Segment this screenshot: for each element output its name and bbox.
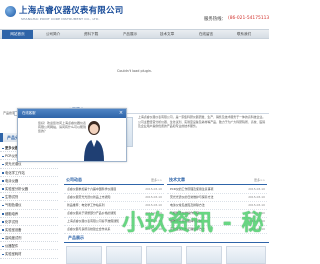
news-date: 2015-03-10	[145, 195, 162, 199]
watermark-text: 小玖资讯 - 秘	[122, 211, 265, 236]
article-date: 2015-03-10	[248, 187, 265, 191]
banner-plugin-area: Couldn't load plugin.	[0, 39, 269, 99]
main-nav: 网站首页 公司简介 资料下载 产品展示 技术文章 在线留言 联系我们	[0, 29, 269, 39]
article-title[interactable]: 荧光光谱仪的日常维护与保养方法	[170, 194, 236, 202]
nav-item-message[interactable]: 在线留言	[191, 30, 221, 39]
category-item[interactable]: 电泳仪器	[0, 177, 58, 185]
news-title[interactable]: 点睿仪器参加第十六届中国科学仪器展	[67, 186, 133, 194]
live-chat-popup[interactable]: 在线客服 × 您好！欢迎您访问上海点睿仪器仪表有限公司网站，请问有什么可以帮到您…	[17, 108, 127, 162]
hotline-number: (86-021-54175113	[228, 16, 270, 21]
tech-articles-more-link[interactable]: 更多>>	[254, 178, 265, 182]
hotline-label: 服务热线：	[204, 17, 226, 22]
article-title[interactable]: PCR仪的工作原理及使用注意事项	[170, 186, 236, 194]
news-date: 2015-03-10	[145, 187, 162, 191]
chat-message: 您好！欢迎您访问上海点睿仪器仪表有限公司网站，请问有什么可以帮到您的？	[38, 121, 87, 133]
nav-item-products[interactable]: 产品展示	[115, 30, 145, 39]
tech-articles-header: 技术文章 更多>>	[167, 176, 267, 185]
nav-item-contact[interactable]: 联系我们	[229, 30, 259, 39]
news-title[interactable]: 点睿仪器荧光光谱仪新品上市通知	[67, 194, 133, 202]
category-item[interactable]: 化学试剂	[0, 218, 58, 226]
nav-item-articles[interactable]: 技术文章	[152, 30, 182, 39]
category-item[interactable]: 实验室耗材	[0, 250, 58, 259]
category-item[interactable]: 生物试剂	[0, 193, 58, 202]
about-text: 上海点睿仪器仪表有限公司，是一家集科研仪器研发、生产、销售及技术服务于一体的高科…	[138, 115, 266, 128]
category-item[interactable]: 高纯度试剂	[0, 234, 58, 243]
company-logo-icon[interactable]	[5, 6, 16, 17]
nav-item-home[interactable]: 网站首页	[2, 30, 33, 39]
nav-item-downloads[interactable]: 资料下载	[76, 30, 106, 39]
news-row[interactable]: 点睿仪器参加第十六届中国科学仪器展 2015-03-10	[64, 186, 164, 194]
category-item[interactable]: 电化学工作站	[0, 169, 58, 177]
tech-articles-title: 技术文章	[169, 177, 185, 182]
category-item[interactable]: 实验室设备	[0, 226, 58, 235]
company-english-name: SHANGHAI POINT CORE INSTRUMENT CO., LTD.	[21, 17, 100, 21]
product-thumbnail[interactable]	[106, 246, 142, 264]
plugin-error-message: Couldn't load plugin.	[116, 69, 153, 73]
nav-item-about[interactable]: 公司简介	[38, 30, 68, 39]
chat-header: 在线客服 ×	[18, 109, 126, 118]
article-row[interactable]: PCR仪的工作原理及使用注意事项 2015-03-10	[167, 186, 267, 194]
product-thumbnail[interactable]	[226, 246, 266, 264]
close-icon[interactable]: ×	[118, 110, 124, 116]
product-thumbnail[interactable]	[146, 246, 182, 264]
company-news-more-link[interactable]: 更多>>	[151, 178, 162, 182]
agent-avatar	[84, 121, 104, 161]
company-news-header: 公司动态 更多>>	[64, 176, 164, 185]
news-row[interactable]: 点睿仪器荧光光谱仪新品上市通知 2015-03-10	[64, 194, 164, 202]
category-item[interactable]: 仪器配件	[0, 242, 58, 251]
products-title: 产品展示	[68, 235, 84, 240]
article-date: 2015-03-10	[248, 195, 265, 199]
company-news-title: 公司动态	[66, 177, 82, 182]
category-item[interactable]: 实验室分析仪器	[0, 185, 58, 194]
category-item[interactable]: 细胞培养	[0, 210, 58, 218]
product-thumbnail[interactable]	[66, 246, 102, 264]
company-name[interactable]: 上海点睿仪器仪表有限公司	[19, 4, 123, 16]
article-row[interactable]: 荧光光谱仪的日常维护与保养方法 2015-03-10	[167, 194, 267, 202]
category-item[interactable]: 气相色谱仪	[0, 201, 58, 210]
site-header: 上海点睿仪器仪表有限公司 SHANGHAI POINT CORE INSTRUM…	[0, 0, 269, 29]
chat-title: 在线客服	[22, 111, 36, 115]
product-thumbnail[interactable]	[186, 246, 222, 264]
